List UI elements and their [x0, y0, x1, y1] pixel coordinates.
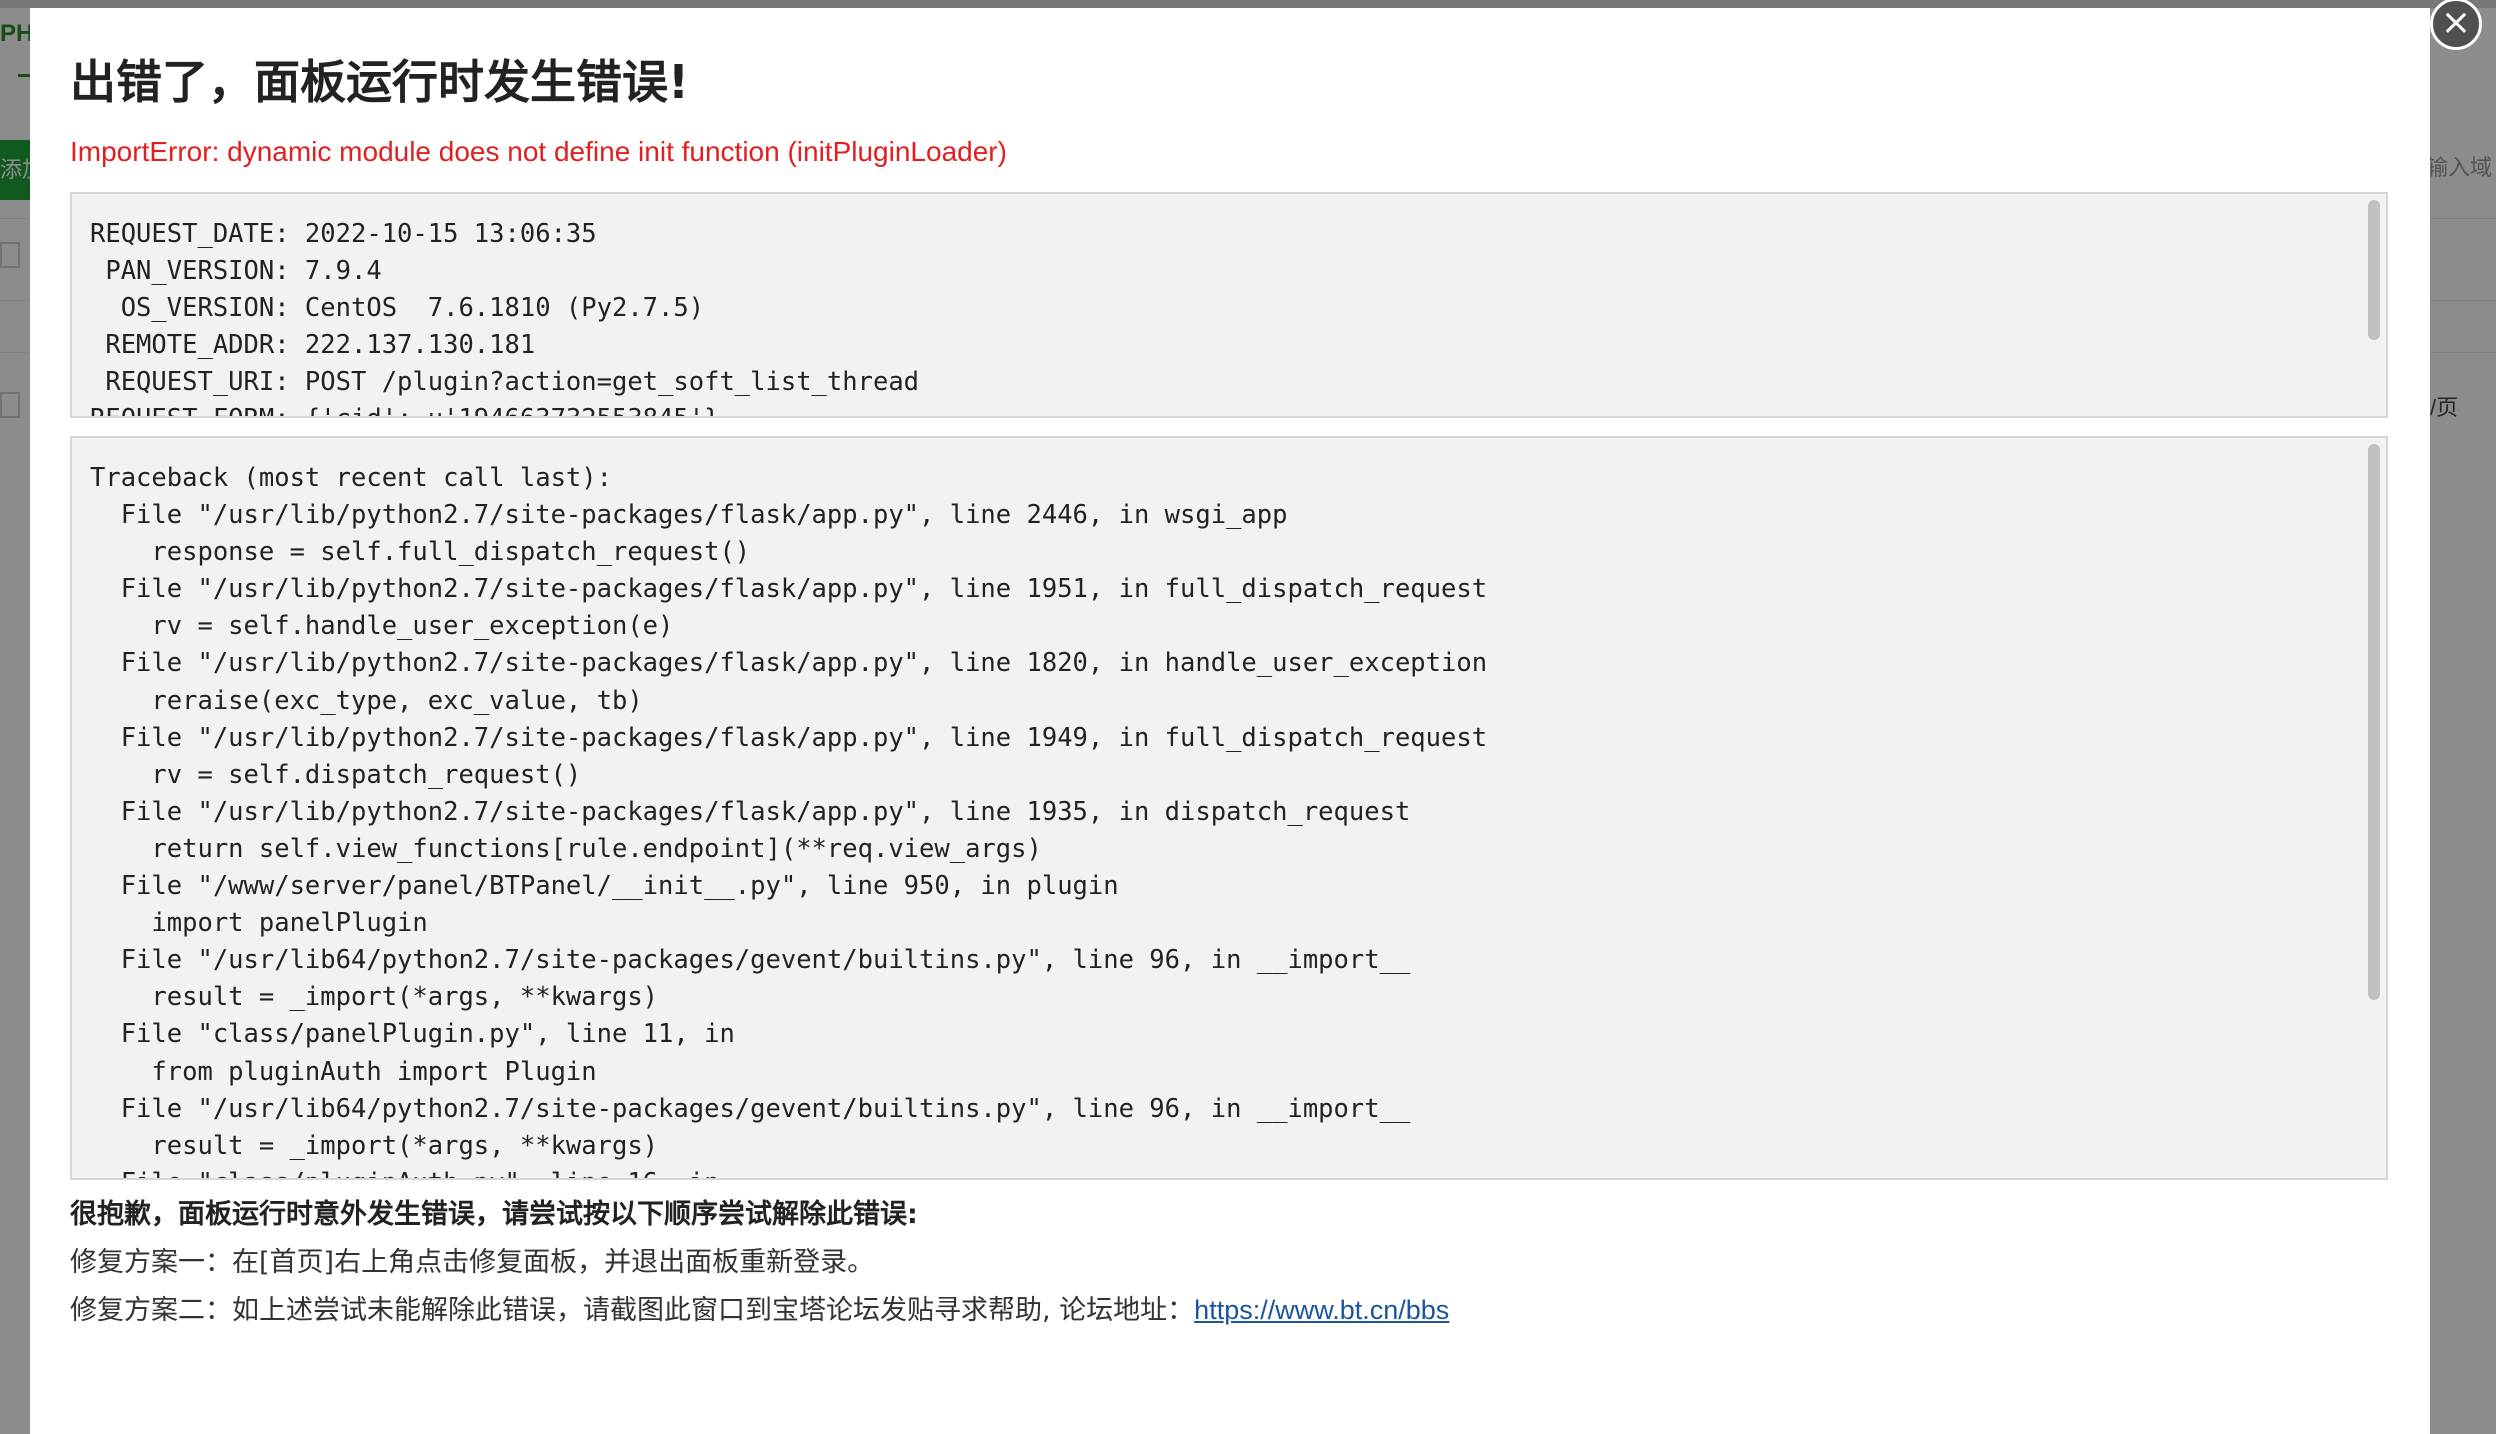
error-message: ImportError: dynamic module does not def… — [70, 136, 1007, 167]
dialog-title: 出错了，面板运行时发生错误! — [70, 55, 689, 109]
scrollbar-thumb[interactable] — [2368, 200, 2380, 340]
code-line: Traceback (most recent call last): — [90, 463, 612, 493]
scrollbar-thumb[interactable] — [2368, 444, 2380, 1000]
code-line: File "/usr/lib/python2.7/site-packages/f… — [90, 648, 1488, 679]
code-line: File "/usr/lib64/python2.7/site-packages… — [90, 1093, 1411, 1124]
code-line: File "class/pluginAuth.py", line 16, in — [90, 1165, 2346, 1178]
fix-option-one: 修复方案一：在[首页]右上角点击修复面板，并退出面板重新登录。 — [70, 1247, 875, 1278]
help-heading: 很抱歉，面板运行时意外发生错误，请尝试按以下顺序尝试解除此错误: — [70, 1199, 918, 1230]
code-line: result = _import(*args, **kwargs) — [90, 1130, 659, 1161]
code-line: REQUEST_URI: POST /plugin?action=get_sof… — [90, 367, 920, 398]
code-line: File "/usr/lib64/python2.7/site-packages… — [90, 945, 1411, 976]
error-dialog: × 出错了，面板运行时发生错误! ImportError: dynamic mo… — [30, 0, 2482, 1434]
traceback-scrollbar[interactable] — [2366, 442, 2382, 1174]
code-line: File "/usr/lib/python2.7/site-packages/f… — [90, 796, 1411, 827]
code-line: File "/www/server/panel/BTPanel/__init__… — [90, 871, 1119, 902]
traceback-text: Traceback (most recent call last): File … — [90, 460, 2346, 1178]
code-line: REQUEST_FORM: {'cid': u'194663732553845'… — [90, 401, 2346, 416]
code-line: File "/usr/lib/python2.7/site-packages/f… — [90, 722, 1488, 753]
request-info-text: REQUEST_DATE: 2022-10-15 13:06:35 PAN_VE… — [90, 216, 2346, 416]
code-line: rv = self.handle_user_exception(e) — [90, 611, 674, 642]
code-line: result = _import(*args, **kwargs) — [90, 982, 659, 1013]
code-line: File "/usr/lib/python2.7/site-packages/f… — [90, 574, 1488, 605]
code-line: from pluginAuth import Plugin — [90, 1056, 597, 1087]
fix-option-two: 修复方案二：如上述尝试未能解除此错误，请截图此窗口到宝塔论坛发贴寻求帮助, 论坛… — [70, 1288, 1449, 1327]
fix-option-two-text: 修复方案二：如上述尝试未能解除此错误，请截图此窗口到宝塔论坛发贴寻求帮助, 论坛… — [70, 1295, 1195, 1326]
code-line: OS_VERSION: CentOS 7.6.1810 (Py2.7.5) — [90, 293, 705, 324]
code-line: File "class/panelPlugin.py", line 11, in — [90, 1019, 735, 1050]
code-line: reraise(exc_type, exc_value, tb) — [90, 685, 643, 716]
code-line: return self.view_functions[rule.endpoint… — [90, 833, 1042, 864]
request-info-box[interactable]: REQUEST_DATE: 2022-10-15 13:06:35 PAN_VE… — [70, 192, 2388, 418]
code-line: REQUEST_DATE: 2022-10-15 13:06:35 — [90, 219, 597, 249]
code-line: import panelPlugin — [90, 908, 428, 939]
code-line: REMOTE_ADDR: 222.137.130.181 — [90, 330, 536, 361]
traceback-box[interactable]: Traceback (most recent call last): File … — [70, 436, 2388, 1180]
code-line: File "/usr/lib/python2.7/site-packages/f… — [90, 500, 1288, 531]
code-line: rv = self.dispatch_request() — [90, 759, 582, 790]
close-icon[interactable]: × — [2430, 0, 2482, 50]
forum-link[interactable]: https://www.bt.cn/bbs — [1194, 1295, 1449, 1325]
code-line: PAN_VERSION: 7.9.4 — [90, 256, 382, 287]
code-line: response = self.full_dispatch_request() — [90, 537, 751, 568]
request-info-scrollbar[interactable] — [2366, 198, 2382, 412]
